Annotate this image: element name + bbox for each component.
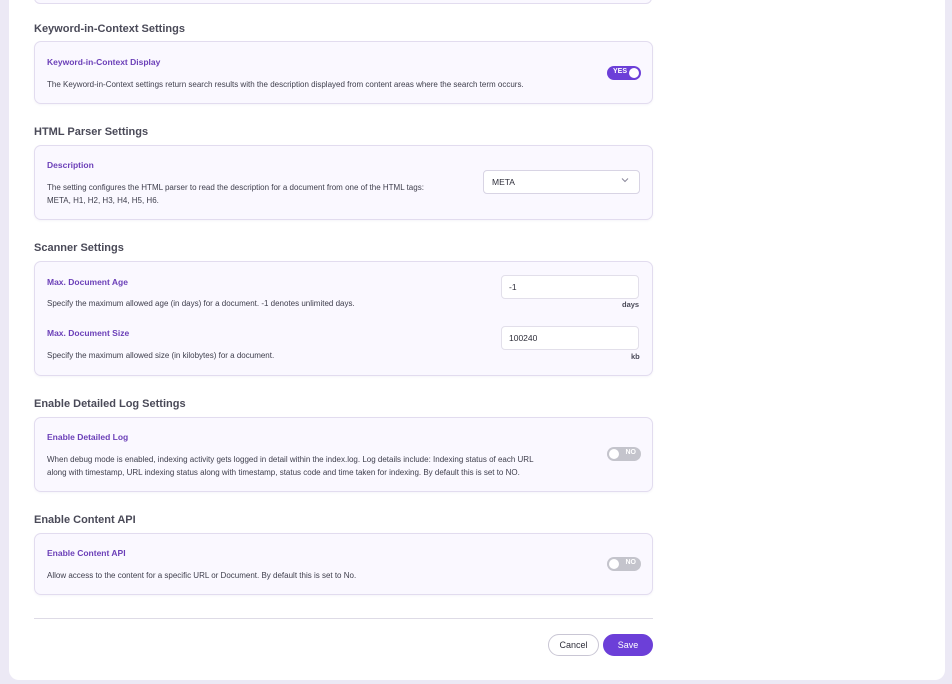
max-size-unit: kb: [631, 352, 640, 361]
parser-tag-select[interactable]: META: [483, 170, 640, 194]
max-size-value: 100240: [509, 333, 538, 343]
parser-select-value: META: [492, 177, 515, 187]
detailed-log-label: Enable Detailed Log: [47, 432, 129, 442]
cancel-button[interactable]: Cancel: [548, 634, 599, 656]
section-title-scanner: Scanner Settings: [34, 242, 124, 254]
api-card: Enable Content API Allow access to the c…: [34, 533, 653, 595]
previous-card-edge: [34, 0, 652, 4]
section-title-kic: Keyword-in-Context Settings: [34, 23, 185, 35]
parser-description-line1: The setting configures the HTML parser t…: [47, 183, 424, 192]
log-card: Enable Detailed Log When debug mode is e…: [34, 417, 653, 492]
parser-card: Description The setting configures the H…: [34, 145, 653, 220]
parser-description-label: Description: [47, 160, 94, 170]
max-age-description: Specify the maximum allowed age (in days…: [47, 299, 355, 308]
toggle-knob: [609, 559, 619, 569]
max-age-value: -1: [509, 282, 517, 292]
kic-toggle-text: YES: [613, 68, 628, 75]
scanner-card: Max. Document Age Specify the maximum al…: [34, 261, 653, 376]
kic-card: Keyword-in-Context Display The Keyword-i…: [34, 41, 653, 104]
footer-divider: [34, 618, 653, 619]
toggle-knob: [629, 68, 639, 78]
kic-display-label: Keyword-in-Context Display: [47, 57, 161, 67]
kic-description: The Keyword-in-Context settings return s…: [47, 80, 524, 89]
toggle-knob: [609, 449, 619, 459]
max-age-unit: days: [622, 300, 640, 309]
detailed-log-toggle-text: NO: [625, 449, 637, 456]
content-api-toggle[interactable]: NO: [607, 557, 641, 571]
save-button[interactable]: Save: [603, 634, 653, 656]
parser-description-line2: META, H1, H2, H3, H4, H5, H6.: [47, 196, 159, 205]
chevron-down-icon: [621, 178, 629, 183]
detailed-log-description-line2: along with timestamp, URL indexing statu…: [47, 468, 520, 477]
kic-display-toggle[interactable]: YES: [607, 66, 641, 80]
max-size-label: Max. Document Size: [47, 328, 130, 338]
section-title-api: Enable Content API: [34, 514, 136, 526]
max-age-label: Max. Document Age: [47, 277, 128, 287]
max-size-description: Specify the maximum allowed size (in kil…: [47, 351, 275, 360]
section-title-parser: HTML Parser Settings: [34, 126, 149, 138]
content-api-label: Enable Content API: [47, 548, 126, 558]
content-api-toggle-text: NO: [625, 559, 637, 566]
detailed-log-toggle[interactable]: NO: [607, 447, 641, 461]
max-age-input[interactable]: -1: [501, 275, 639, 299]
content-api-description: Allow access to the content for a specif…: [47, 571, 357, 580]
detailed-log-description-line1: When debug mode is enabled, indexing act…: [47, 455, 534, 464]
max-size-input[interactable]: 100240: [501, 326, 639, 350]
section-title-log: Enable Detailed Log Settings: [34, 398, 186, 410]
